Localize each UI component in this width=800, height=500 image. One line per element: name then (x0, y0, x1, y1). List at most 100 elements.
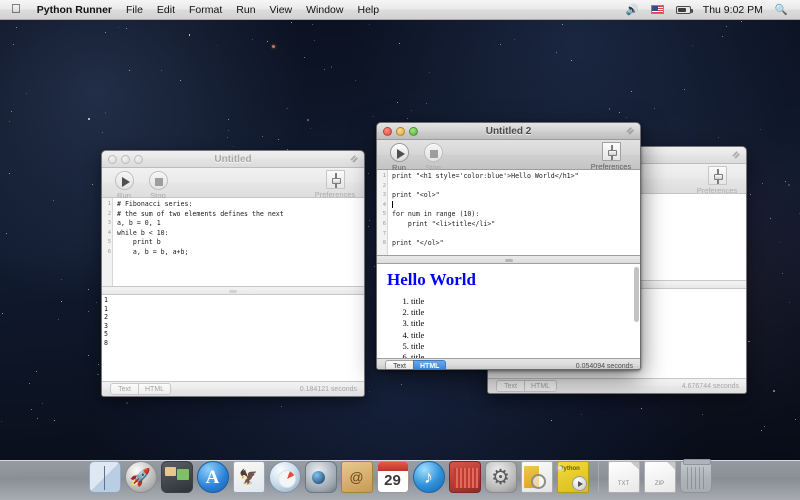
play-icon (115, 171, 134, 190)
line-number: 2 (102, 210, 111, 220)
dock-item-launchpad[interactable] (125, 461, 157, 493)
dock-item-python-runner[interactable]: Python (557, 461, 589, 493)
dock-separator (598, 462, 599, 492)
line-number: 8 (377, 239, 386, 249)
dock-item-facetime[interactable] (305, 461, 337, 493)
dock-item-mission-control[interactable] (161, 461, 193, 493)
html-tab-untitled[interactable]: HTML (138, 383, 171, 395)
titlebar-untitled-2[interactable]: Untitled 2 (377, 123, 640, 140)
list-item: title (411, 296, 640, 307)
battery-icon[interactable] (670, 0, 697, 20)
text-tab-untitled-2[interactable]: Text (385, 360, 413, 370)
menu-edit[interactable]: Edit (150, 0, 182, 20)
code-editor-untitled[interactable]: 1 2 3 4 5 6 # Fibonacci series: # the su… (102, 198, 364, 286)
dock-item-app-store[interactable] (197, 461, 229, 493)
dock-item-finder[interactable] (89, 461, 121, 493)
html-output-heading: Hello World (387, 270, 640, 290)
window-controls-untitled-2[interactable] (377, 127, 418, 136)
preferences-icon (708, 166, 727, 185)
list-item: title (411, 330, 640, 341)
menu-format[interactable]: Format (182, 0, 229, 20)
line-number-gutter-untitled: 1 2 3 4 5 6 (102, 198, 113, 286)
line-number: 5 (377, 210, 386, 220)
code-text-untitled[interactable]: # Fibonacci series: # the sum of two ele… (113, 198, 364, 286)
line-number: 3 (377, 191, 386, 201)
run-button-untitled-2[interactable]: Run (384, 143, 414, 172)
close-button[interactable] (383, 127, 392, 136)
dock-item-safari[interactable] (269, 461, 301, 493)
dock-item-mail[interactable] (233, 461, 265, 493)
preferences-button-untitled-2[interactable]: Preferences (588, 142, 634, 171)
fullscreen-icon[interactable] (349, 153, 360, 164)
code-line: print "<li>title</li>" (392, 220, 495, 228)
html-tab-untitled-2[interactable]: HTML (413, 360, 446, 370)
menu-help[interactable]: Help (350, 0, 386, 20)
line-number: 5 (102, 238, 111, 248)
stop-button-untitled-2[interactable]: Stop (418, 143, 448, 172)
close-button[interactable] (108, 155, 117, 164)
code-editor-untitled-2[interactable]: 1 2 3 4 5 6 7 8 print "<h1 style='color:… (377, 170, 640, 255)
dock-item-contacts[interactable] (341, 461, 373, 493)
status-bar-background: Text HTML 4.676744 seconds (488, 378, 746, 393)
minimize-button[interactable] (121, 155, 130, 164)
apple-menu-icon[interactable]:  (0, 0, 30, 20)
list-item: title (411, 307, 640, 318)
stop-button-untitled[interactable]: Stop (143, 171, 173, 200)
html-tab-background[interactable]: HTML (524, 380, 557, 392)
zoom-button[interactable] (409, 127, 418, 136)
line-number: 7 (377, 230, 386, 240)
list-item: title (411, 318, 640, 329)
preferences-button-untitled[interactable]: Preferences (312, 170, 358, 199)
preferences-icon (602, 142, 621, 161)
minimize-button[interactable] (396, 127, 405, 136)
menu-bar:  Python Runner File Edit Format Run Vie… (0, 0, 800, 20)
code-text-untitled-2[interactable]: print "<h1 style='color:blue'>Hello Worl… (388, 170, 640, 255)
menu-run[interactable]: Run (229, 0, 262, 20)
volume-icon[interactable]: 🔊 (620, 0, 645, 20)
dock-item-photo-booth[interactable] (449, 461, 481, 493)
stop-icon (149, 171, 168, 190)
line-number: 1 (102, 200, 111, 210)
menu-view[interactable]: View (263, 0, 300, 20)
split-divider-untitled-2[interactable] (377, 255, 640, 264)
window-untitled[interactable]: Untitled Run Stop Preferences 1 2 3 4 5 … (101, 150, 365, 397)
menu-file[interactable]: File (119, 0, 150, 20)
split-divider-untitled[interactable] (102, 286, 364, 295)
list-item: title (411, 341, 640, 352)
text-tab-untitled[interactable]: Text (110, 383, 138, 395)
python-icon-label: Python (560, 466, 580, 472)
menu-app-name[interactable]: Python Runner (30, 0, 119, 20)
dock-item-system-preferences[interactable] (485, 461, 517, 493)
titlebar-untitled[interactable]: Untitled (102, 151, 364, 168)
calendar-day: 29 (378, 470, 408, 492)
play-icon (390, 143, 409, 162)
us-flag-icon[interactable] (645, 0, 670, 20)
code-line: print "<h1 style='color:blue'>Hello Worl… (392, 172, 579, 180)
spotlight-search-icon[interactable]: 🔍 (769, 0, 794, 20)
zip-file-label: ZIP (645, 481, 675, 487)
stop-icon (424, 143, 443, 162)
html-output-pane[interactable]: Hello World title title title title titl… (377, 264, 640, 358)
dock-item-itunes[interactable] (413, 461, 445, 493)
dock-item-trash[interactable] (680, 461, 712, 493)
fullscreen-icon[interactable] (731, 149, 742, 160)
menu-bar-clock[interactable]: Thu 9:02 PM (697, 0, 769, 20)
output-scrollbar[interactable] (634, 267, 639, 355)
text-tab-background[interactable]: Text (496, 380, 524, 392)
line-number: 4 (377, 201, 386, 211)
preferences-button-background[interactable]: Preferences (694, 166, 740, 195)
run-button-untitled[interactable]: Run (109, 171, 139, 200)
menu-window[interactable]: Window (299, 0, 350, 20)
fullscreen-icon[interactable] (625, 125, 636, 136)
dock-item-txt-file[interactable]: TXT (608, 461, 640, 493)
window-controls-untitled[interactable] (102, 155, 143, 164)
dock-item-preview[interactable] (521, 461, 553, 493)
txt-file-label: TXT (609, 481, 639, 487)
output-pane-untitled[interactable]: 1 1 2 3 5 8 (102, 295, 364, 381)
dock-items: 29 Python TXT ZIP (0, 441, 800, 493)
zoom-button[interactable] (134, 155, 143, 164)
toolbar-untitled-2: Run Stop Preferences (377, 140, 640, 170)
dock-item-zip-file[interactable]: ZIP (644, 461, 676, 493)
dock-item-calendar[interactable]: 29 (377, 461, 409, 493)
window-untitled-2[interactable]: Untitled 2 Run Stop Preferences 1 2 3 4 … (376, 122, 641, 370)
